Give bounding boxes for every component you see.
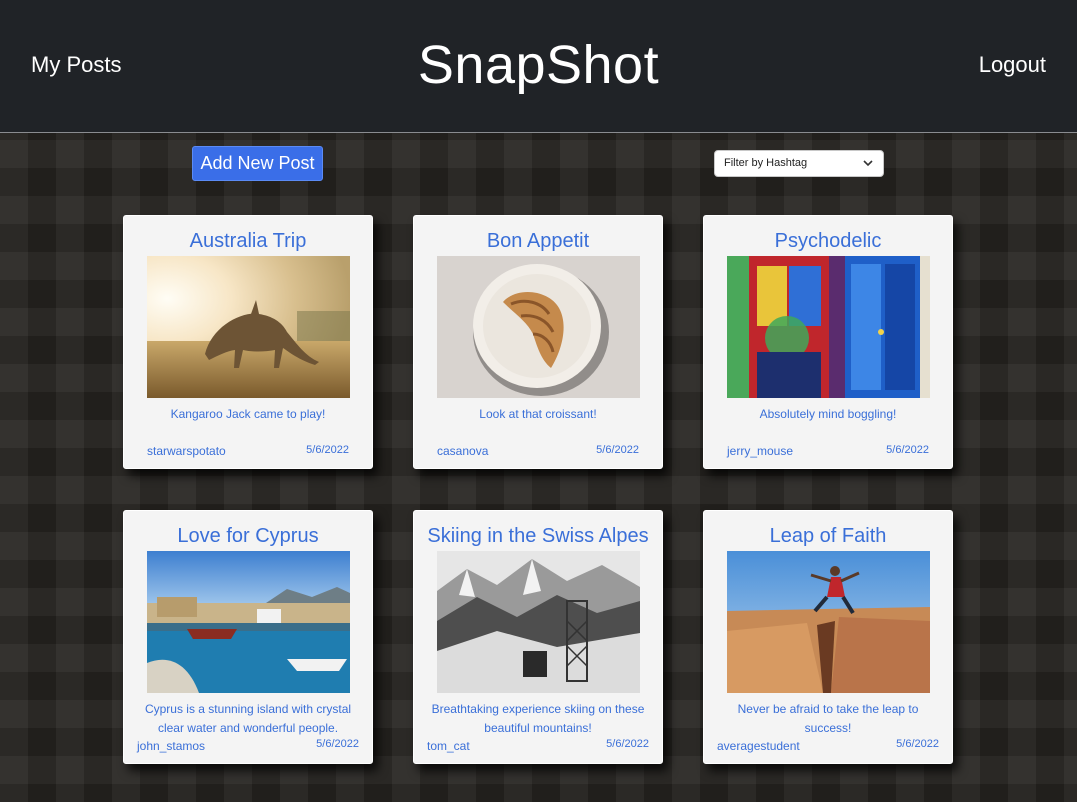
- canyon-leap-photo[interactable]: [727, 551, 930, 693]
- post-card[interactable]: Psychodelic Absolutely mind boggling! je…: [703, 215, 953, 469]
- logout-link[interactable]: Logout: [979, 52, 1046, 78]
- post-caption: Look at that croissant!: [479, 407, 597, 421]
- post-date: 5/6/2022: [606, 738, 649, 750]
- post-card[interactable]: Leap of Faith Never be afraid to take th…: [703, 510, 953, 764]
- post-title: Love for Cyprus: [177, 525, 319, 547]
- swiss-alps-photo[interactable]: [437, 551, 640, 693]
- post-username[interactable]: john_stamos: [137, 739, 205, 753]
- hashtag-filter-select[interactable]: Filter by Hashtag: [714, 150, 884, 177]
- post-username[interactable]: casanova: [437, 444, 488, 458]
- post-title: Skiing in the Swiss Alpes: [427, 525, 649, 547]
- post-card[interactable]: Australia Trip Kangaroo Jack came to pla…: [123, 215, 373, 469]
- post-title: Leap of Faith: [769, 525, 887, 547]
- chevron-down-icon: [861, 151, 875, 176]
- hashtag-filter-placeholder: Filter by Hashtag: [724, 157, 808, 169]
- post-date: 5/6/2022: [596, 444, 639, 456]
- post-date: 5/6/2022: [306, 444, 349, 456]
- post-card[interactable]: Skiing in the Swiss Alpes Breathtaking e…: [413, 510, 663, 764]
- post-username[interactable]: averagestudent: [717, 739, 800, 753]
- post-username[interactable]: starwarspotato: [147, 444, 226, 458]
- post-username[interactable]: tom_cat: [427, 739, 470, 753]
- top-navbar: My Posts SnapShot Logout: [0, 0, 1077, 133]
- post-title: Psychodelic: [774, 230, 882, 252]
- post-title: Bon Appetit: [486, 230, 590, 252]
- post-date: 5/6/2022: [896, 738, 939, 750]
- cyprus-harbor-photo[interactable]: [147, 551, 350, 693]
- post-title: Australia Trip: [189, 230, 307, 252]
- add-new-post-button[interactable]: Add New Post: [192, 146, 323, 181]
- croissant-photo[interactable]: [437, 256, 640, 398]
- brand-title: SnapShot: [417, 35, 660, 95]
- post-caption: Kangaroo Jack came to play!: [170, 407, 326, 421]
- post-date: 5/6/2022: [886, 444, 929, 456]
- post-card[interactable]: Bon Appetit Look at that croissant! casa…: [413, 215, 663, 469]
- kangaroo-photo[interactable]: [147, 256, 350, 398]
- post-caption: Absolutely mind boggling!: [759, 407, 897, 421]
- painted-doors-photo[interactable]: [727, 256, 930, 398]
- post-username[interactable]: jerry_mouse: [727, 444, 793, 458]
- post-caption: Cyprus is a stunning island with crystal…: [144, 702, 352, 735]
- post-card[interactable]: Love for Cyprus Cyprus is a stunning isl…: [123, 510, 373, 764]
- post-caption: Never be afraid to take the leap to succ…: [737, 702, 919, 735]
- post-date: 5/6/2022: [316, 738, 359, 750]
- post-caption: Breathtaking experience skiing on these …: [431, 702, 645, 735]
